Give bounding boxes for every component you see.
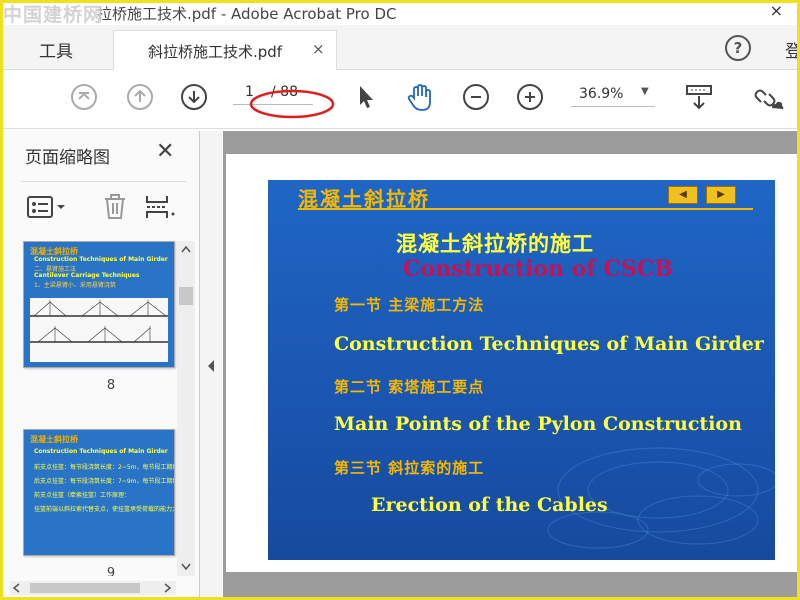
section2-en: Main Points of the Pylon Construction — [334, 413, 742, 435]
section1-en: Construction Techniques of Main Girder — [334, 333, 764, 355]
window-title: 拉桥施工技术.pdf - Adobe Acrobat Pro DC — [97, 5, 397, 23]
slide-title-cn: 混凝土斜拉桥的施工 — [396, 231, 594, 256]
acrobat-window: 拉桥施工技术.pdf - Adobe Acrobat Pro DC 中国建桥网 … — [3, 3, 797, 597]
page-thumbnails-panel: 页面缩略图 ✕ 混凝土斜拉桥 Construction Techniques o… — [6, 131, 200, 597]
thumbnail-line: 前支点挂篮：每节段浇筑长度：2~5m，每节段工期约6~10天。 — [34, 464, 174, 471]
slide-next-button[interactable]: ▶ — [706, 186, 736, 204]
extract-pages-icon[interactable] — [145, 194, 175, 224]
thumbnail-horizontal-scrollbar[interactable] — [10, 581, 176, 595]
cursor-icon[interactable] — [355, 84, 377, 114]
window-close-button[interactable]: × — [770, 3, 783, 20]
slide-header-rule — [298, 208, 753, 210]
main-toolbar: 1 / 88 36.9% ▼ — [3, 70, 797, 129]
thumbnail-page-8[interactable]: 混凝土斜拉桥 Construction Techniques of Main G… — [23, 241, 175, 368]
zoom-in-icon[interactable] — [517, 84, 543, 110]
thumbnail-list: 混凝土斜拉桥 Construction Techniques of Main G… — [6, 241, 199, 576]
zoom-select[interactable]: 36.9% ▼ — [571, 82, 655, 107]
tab-document-label: 斜拉桥施工技术.pdf — [148, 43, 283, 61]
chevron-down-icon: ▼ — [641, 86, 649, 97]
scroll-right-icon[interactable] — [164, 583, 172, 593]
thumbnail-construction-drawing — [30, 298, 168, 362]
thumbnail-options-icon[interactable] — [27, 196, 67, 224]
sign-in-button[interactable]: 登 — [785, 37, 797, 62]
section1-cn: 第一节 主梁施工方法 — [334, 296, 485, 314]
horizontal-scroll-thumb[interactable] — [30, 583, 140, 593]
page-separator — [226, 579, 797, 597]
section3-cn: 第三节 斜拉索的施工 — [334, 459, 485, 477]
next-page-icon[interactable] — [181, 84, 207, 110]
section3-en: Erection of the Cables — [371, 494, 608, 516]
tab-bar: 工具 斜拉桥施工技术.pdf × ? 登 — [3, 25, 797, 71]
collapse-panel-icon[interactable] — [206, 359, 216, 373]
thumbnail-line: 挂篮前端以斜拉索代替支点，使挂篮承受荷载的能力大大增强 — [34, 506, 174, 513]
share-link-icon[interactable] — [753, 84, 785, 116]
section2-cn: 第二节 索塔施工要点 — [334, 378, 485, 396]
vertical-scroll-thumb[interactable] — [179, 287, 193, 305]
title-bar: 拉桥施工技术.pdf - Adobe Acrobat Pro DC 中国建桥网 … — [3, 3, 797, 26]
pdf-page: 混凝土斜拉桥 ◀ ▶ 混凝土斜拉桥的施工 Construction of CSC… — [226, 154, 797, 597]
panel-title: 页面缩略图 — [25, 148, 110, 168]
thumbnail-page-label: 9 — [106, 566, 116, 576]
thumbnail-line: 前支点挂篮（牵索挂篮）工作原理： — [34, 492, 131, 499]
tab-document[interactable]: 斜拉桥施工技术.pdf × — [113, 30, 337, 71]
slide: 混凝土斜拉桥 ◀ ▶ 混凝土斜拉桥的施工 Construction of CSC… — [268, 180, 775, 560]
thumbnail-line: Construction Techniques of Main Girder — [34, 448, 168, 455]
red-annotation-ellipse — [249, 89, 335, 119]
thumbnail-line: Cantilever Carriage Techniques — [34, 272, 140, 279]
thumbnail-page-label: 8 — [106, 378, 116, 393]
panel-toolbar — [21, 181, 186, 226]
first-page-icon[interactable] — [71, 84, 97, 110]
previous-page-icon[interactable] — [127, 84, 153, 110]
scroll-left-icon[interactable] — [12, 583, 20, 593]
scroll-mode-icon[interactable] — [685, 84, 713, 116]
scroll-up-icon[interactable] — [181, 245, 191, 253]
slide-title-en: Construction of CSCB — [403, 256, 673, 282]
slide-prev-button[interactable]: ◀ — [668, 186, 698, 204]
thumbnail-vertical-scrollbar[interactable] — [177, 241, 195, 576]
tab-tools[interactable]: 工具 — [39, 37, 73, 62]
scroll-down-icon[interactable] — [181, 563, 191, 571]
thumbnail-line: 1、主梁悬臂小、采用悬臂浇筑 — [34, 282, 116, 289]
close-icon[interactable]: ✕ — [156, 139, 174, 164]
help-icon[interactable]: ? — [725, 35, 751, 61]
zoom-value: 36.9% — [579, 86, 624, 102]
site-watermark: 中国建桥网 — [3, 4, 104, 26]
thumbnail-page-9[interactable]: 混凝土斜拉桥 Construction Techniques of Main G… — [23, 429, 175, 556]
zoom-out-icon[interactable] — [463, 84, 489, 110]
thumbnail-line: 后支点挂篮：每节段浇筑长度：7~9m，每节段工期约7~10天。 — [34, 478, 174, 485]
panel-collapse-strip[interactable] — [200, 131, 222, 597]
document-view[interactable]: 混凝土斜拉桥 ◀ ▶ 混凝土斜拉桥的施工 Construction of CSC… — [223, 131, 797, 597]
hand-icon[interactable] — [407, 84, 433, 116]
thumbnail-line: Construction Techniques of Main Girder — [34, 256, 168, 263]
trash-icon[interactable] — [103, 194, 127, 224]
tab-close-icon[interactable]: × — [312, 40, 325, 58]
thumbnail-header: 混凝土斜拉桥 — [30, 435, 78, 444]
